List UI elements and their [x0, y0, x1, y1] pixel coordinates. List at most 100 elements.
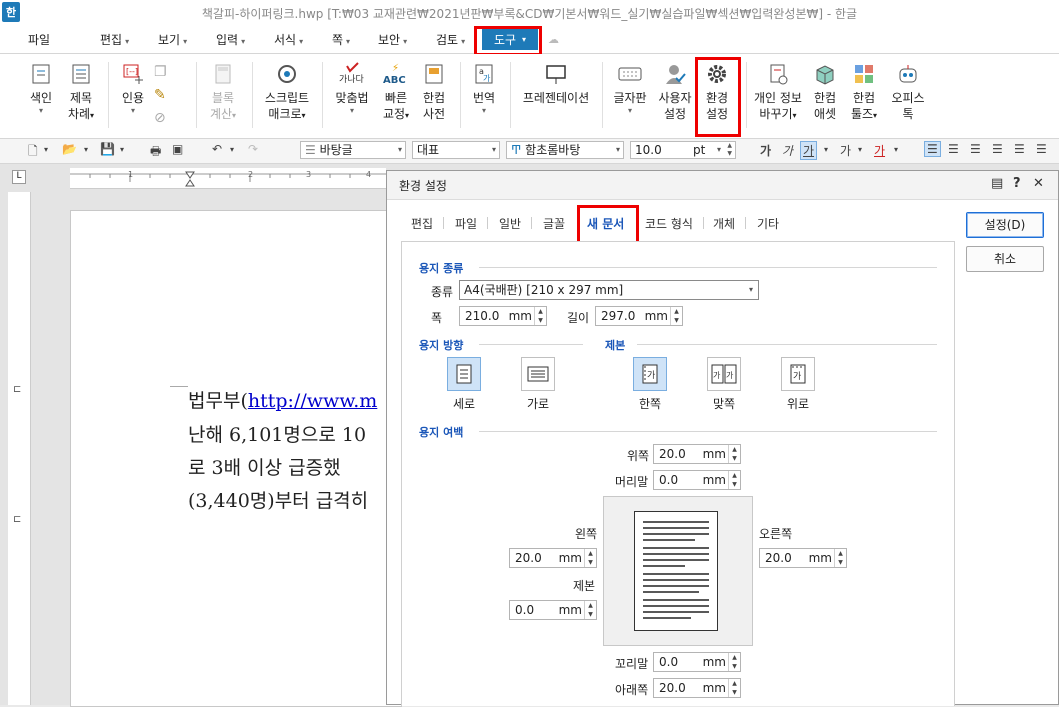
tab-code-format[interactable]: 코드 형식: [645, 215, 693, 232]
chevron-down-icon[interactable]: ▾: [230, 145, 234, 154]
spell-check-button[interactable]: 가나다 맞춤법 ▾: [330, 60, 374, 116]
tab-fonts[interactable]: 글꼴: [543, 215, 565, 232]
margin-right-input[interactable]: 20.0 mm ▲ ▼: [759, 548, 847, 568]
user-settings-button[interactable]: 사용자 설정: [654, 60, 696, 122]
tab-other[interactable]: 기타: [757, 215, 779, 232]
menu-page[interactable]: 쪽 ▾: [332, 31, 350, 48]
spin-arrows-icon[interactable]: ▲ ▼: [728, 679, 740, 697]
menu-insert[interactable]: 입력 ▾: [216, 31, 245, 48]
quick-correct-button[interactable]: ⚡ ABC 빠른 교정▾: [378, 60, 414, 124]
margin-top-input[interactable]: 20.0 mm ▲ ▼: [653, 444, 741, 464]
spin-arrows-icon[interactable]: ▲ ▼: [727, 142, 732, 158]
spin-arrows-icon[interactable]: ▲ ▼: [534, 307, 546, 325]
close-icon[interactable]: ✕: [1033, 176, 1044, 191]
undo-icon[interactable]: ↶: [212, 142, 222, 156]
font-color-button[interactable]: 가: [874, 142, 885, 159]
align-right-icon[interactable]: ☰: [992, 142, 1003, 156]
delete-note-icon[interactable]: ⊘: [154, 110, 166, 126]
spin-arrows-icon[interactable]: ▲ ▼: [834, 549, 846, 567]
document-text-line[interactable]: 법무부(http://www.m: [188, 386, 377, 413]
presentation-button[interactable]: 프레젠테이션: [516, 60, 596, 106]
margin-footer-input[interactable]: 0.0 mm ▲ ▼: [653, 652, 741, 672]
document-text-line[interactable]: 난해 6,101명으로 10: [188, 420, 366, 447]
cancel-button[interactable]: 취소: [966, 246, 1044, 272]
underline-button[interactable]: 가: [800, 141, 818, 160]
menu-file[interactable]: 파일: [28, 31, 50, 48]
citation-button[interactable]: [--] 인용 ▾: [116, 60, 150, 116]
landscape-option[interactable]: [521, 357, 555, 391]
personal-info-replace-button[interactable]: 개인 정보 바꾸기▾: [752, 60, 804, 124]
margin-gutter-input[interactable]: 0.0 mm ▲ ▼: [509, 600, 597, 620]
tab-general[interactable]: 일반: [499, 215, 521, 232]
horizontal-ruler[interactable]: 1 2 3 4: [70, 168, 386, 189]
tab-edit[interactable]: 편집: [411, 215, 433, 232]
binding-single-option[interactable]: 가: [633, 357, 667, 391]
char-spacing-button[interactable]: 가: [840, 142, 851, 159]
menu-review[interactable]: 검토 ▾: [436, 31, 465, 48]
chevron-down-icon[interactable]: ▾: [858, 145, 862, 154]
tab-objects[interactable]: 개체: [713, 215, 735, 232]
script-macro-button[interactable]: 스크립트 매크로▾: [262, 60, 312, 124]
font-size-input[interactable]: 10.0 pt ▾ ▲ ▼: [630, 141, 736, 159]
chevron-down-icon[interactable]: ▾: [824, 145, 828, 154]
spin-arrows-icon[interactable]: ▲ ▼: [584, 601, 596, 619]
help-icon[interactable]: ?: [1013, 176, 1021, 191]
open-folder-icon[interactable]: 📂: [62, 142, 77, 156]
indent-marker-icon[interactable]: ⊏: [13, 384, 21, 395]
align-divide-icon[interactable]: ☰: [1036, 142, 1047, 156]
index-button[interactable]: 색인 ▾: [24, 60, 58, 116]
margin-bottom-input[interactable]: 20.0 mm ▲ ▼: [653, 678, 741, 698]
block-calc-button[interactable]: 블록 계산▾: [206, 60, 240, 124]
keyboard-layout-button[interactable]: 글자판 ▾: [610, 60, 650, 116]
language-select[interactable]: 대표 ▾: [412, 141, 500, 159]
indent-marker-icon[interactable]: ⊏: [13, 514, 21, 525]
spin-arrows-icon[interactable]: ▲ ▼: [728, 445, 740, 463]
spin-arrows-icon[interactable]: ▲ ▼: [728, 471, 740, 489]
document-hyperlink[interactable]: http://www.m: [248, 390, 377, 412]
new-document-icon[interactable]: 🗋: [28, 142, 38, 163]
chevron-down-icon[interactable]: ▾: [84, 145, 88, 154]
spin-arrows-icon[interactable]: ▲ ▼: [670, 307, 682, 325]
chevron-down-icon[interactable]: ▾: [894, 145, 898, 154]
document-text-line[interactable]: 로 3배 이상 급증했: [188, 453, 341, 480]
align-distribute-icon[interactable]: ☰: [1014, 142, 1025, 156]
align-justify-icon[interactable]: ☰: [924, 141, 941, 157]
align-center-icon[interactable]: ☰: [970, 142, 981, 156]
document-text-line[interactable]: (3,440명)부터 급격히: [188, 486, 368, 513]
chevron-down-icon[interactable]: ▾: [44, 145, 48, 154]
redo-icon[interactable]: ↷: [248, 142, 258, 156]
menu-format[interactable]: 서식 ▾: [274, 31, 303, 48]
paper-width-input[interactable]: 210.0 mm ▲ ▼: [459, 306, 547, 326]
paper-type-select[interactable]: A4(국배판) [210 x 297 mm] ▾: [459, 280, 759, 300]
translate-button[interactable]: a가 번역 ▾: [466, 60, 502, 116]
edit-note-icon[interactable]: ✎: [154, 87, 166, 103]
font-select[interactable]: Ͳ 함초롬바탕 ▾: [506, 141, 624, 159]
binding-top-option[interactable]: 가: [781, 357, 815, 391]
hancom-asset-button[interactable]: 한컴 애셋: [808, 60, 842, 122]
office-talk-button[interactable]: 오피스 톡: [888, 60, 928, 122]
align-left-icon[interactable]: ☰: [948, 142, 959, 156]
portrait-option[interactable]: [447, 357, 481, 391]
hancom-dictionary-button[interactable]: 한컴 사전: [416, 60, 452, 122]
spin-arrows-icon[interactable]: ▲ ▼: [584, 549, 596, 567]
margin-header-input[interactable]: 0.0 mm ▲ ▼: [653, 470, 741, 490]
hancom-tools-button[interactable]: 한컴 툴즈▾: [846, 60, 882, 124]
dialog-menu-icon[interactable]: ▤: [991, 176, 1003, 191]
preferences-button[interactable]: 환경 설정: [700, 60, 734, 122]
margin-left-input[interactable]: 20.0 mm ▲ ▼: [509, 548, 597, 568]
ruler-tab-icon[interactable]: L: [12, 170, 26, 184]
menu-edit[interactable]: 편집 ▾: [100, 31, 129, 48]
confirm-button[interactable]: 설정(D): [966, 212, 1044, 238]
tab-file[interactable]: 파일: [455, 215, 477, 232]
toc-button[interactable]: 제목 차례▾: [64, 60, 98, 124]
cloud-icon[interactable]: ☁: [548, 33, 562, 46]
tab-new-document[interactable]: 새 문서: [587, 215, 624, 232]
menu-tools[interactable]: 도구 ▾: [482, 28, 538, 50]
menu-view[interactable]: 보기 ▾: [158, 31, 187, 48]
chevron-down-icon[interactable]: ▾: [120, 145, 124, 154]
print-icon[interactable]: 🖶: [150, 142, 161, 163]
bold-button[interactable]: 가: [760, 142, 771, 159]
menu-security[interactable]: 보안 ▾: [378, 31, 407, 48]
binding-facing-option[interactable]: 가가: [707, 357, 741, 391]
vertical-ruler[interactable]: ⊏ ⊏: [8, 192, 31, 705]
